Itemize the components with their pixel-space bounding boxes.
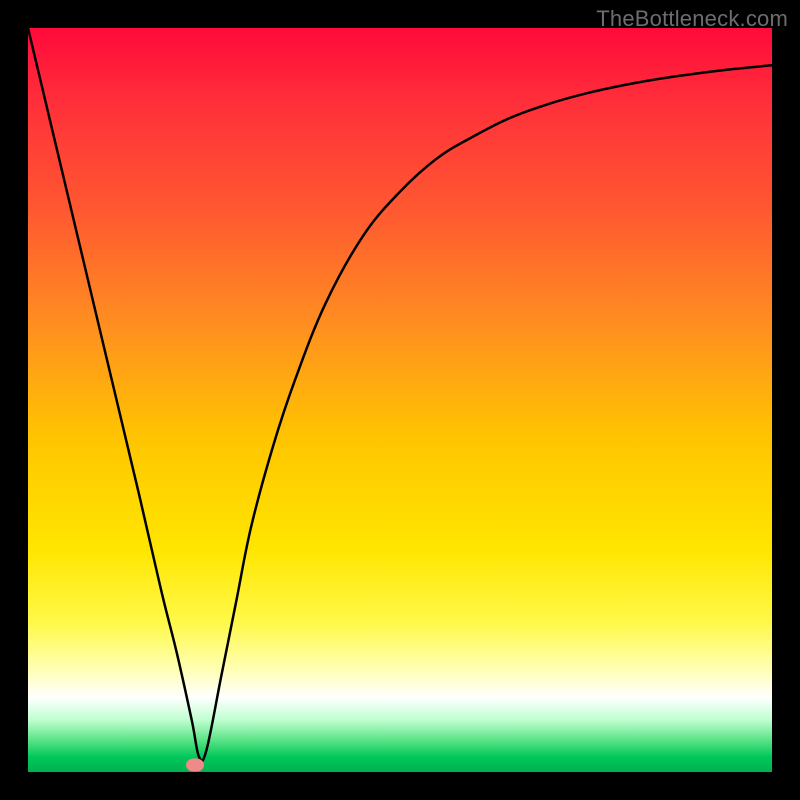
plot-area — [28, 28, 772, 772]
attribution-text: TheBottleneck.com — [596, 6, 788, 32]
chart-frame: TheBottleneck.com — [0, 0, 800, 800]
bottleneck-curve — [28, 28, 772, 772]
optimal-point-marker — [186, 758, 204, 771]
